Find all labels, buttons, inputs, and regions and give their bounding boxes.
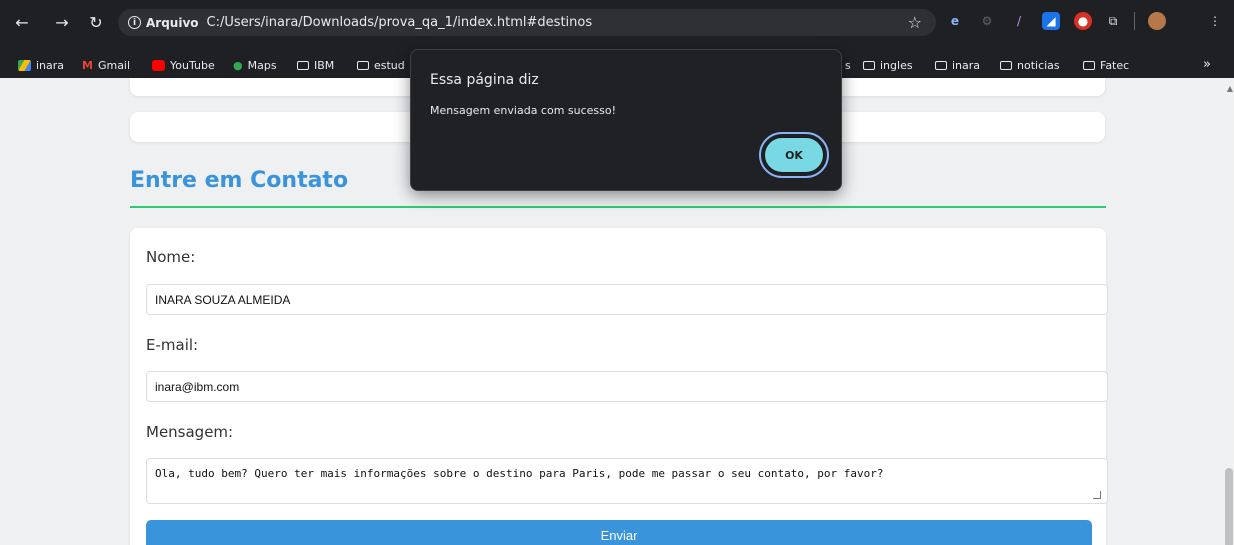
address-bar[interactable]: i Arquivo C:/Users/inara/Downloads/prova…	[118, 9, 936, 36]
reload-icon[interactable]: ↻	[82, 8, 110, 36]
dialog-message: Mensagem enviada com sucesso!	[430, 104, 617, 117]
extension-gear-icon[interactable]: ⚙	[978, 12, 996, 30]
folder-icon	[357, 61, 369, 70]
folder-icon	[935, 61, 947, 70]
extension-feather-icon[interactable]: /	[1010, 12, 1028, 30]
folder-icon	[297, 61, 309, 70]
site-info[interactable]: i Arquivo	[128, 16, 199, 30]
scrollbar[interactable]: ▲	[1224, 78, 1234, 545]
bookmark-gmail[interactable]: M Gmail	[82, 59, 130, 72]
bookmark-folder-ibm[interactable]: IBM	[297, 59, 334, 72]
bookmark-folder-ingles[interactable]: ingles	[863, 59, 913, 72]
submit-button[interactable]: Enviar	[146, 520, 1092, 545]
bookmarks-overflow-button[interactable]: »	[1203, 57, 1211, 72]
youtube-icon	[152, 60, 165, 71]
bookmark-folder-estud[interactable]: estud	[357, 59, 405, 72]
alert-dialog: Essa página diz Mensagem enviada com suc…	[410, 49, 842, 191]
extension-wave-icon[interactable]: ◢	[1042, 12, 1060, 30]
forward-arrow-icon[interactable]: →	[48, 8, 76, 36]
contact-form: Nome: INARA SOUZA ALMEIDA E-mail: inara@…	[130, 228, 1108, 545]
browser-toolbar: ← → ↻ i Arquivo C:/Users/inara/Downloads…	[0, 0, 1234, 56]
extensions-icon[interactable]: ⧉	[1104, 12, 1122, 30]
folder-icon	[863, 61, 875, 70]
bookmark-folder-noticias[interactable]: noticias	[1000, 59, 1060, 72]
scrollbar-thumb[interactable]	[1225, 468, 1233, 545]
message-label: Mensagem:	[146, 423, 234, 441]
name-input[interactable]: INARA SOUZA ALMEIDA	[146, 284, 1108, 315]
message-textarea[interactable]: Ola, tudo bem? Quero ter mais informaçõe…	[146, 458, 1108, 504]
name-label: Nome:	[146, 248, 196, 266]
folder-icon	[1000, 61, 1012, 70]
back-arrow-icon[interactable]: ←	[8, 8, 36, 36]
bookmark-folder-partial[interactable]: s	[845, 59, 851, 72]
dialog-title: Essa página diz	[430, 72, 539, 88]
extension-e-icon[interactable]: e	[946, 12, 964, 30]
ok-button[interactable]: OK	[764, 137, 824, 173]
toolbar-divider	[1134, 12, 1135, 30]
resize-handle-icon[interactable]	[1093, 491, 1101, 499]
email-input[interactable]: inara@ibm.com	[146, 371, 1108, 402]
section-title: Entre em Contato	[130, 168, 349, 193]
info-icon: i	[128, 16, 141, 29]
email-label: E-mail:	[146, 336, 199, 354]
message-text: Ola, tudo bem? Quero ter mais informaçõe…	[155, 467, 884, 480]
bookmark-youtube[interactable]: YouTube	[152, 59, 215, 72]
section-divider	[130, 206, 1106, 208]
bookmark-drive[interactable]: inara	[18, 59, 64, 72]
folder-icon	[1083, 61, 1095, 70]
bookmark-folder-fatec[interactable]: Fatec	[1083, 59, 1129, 72]
scroll-up-icon[interactable]: ▲	[1227, 84, 1233, 93]
ok-focus-ring: OK	[759, 132, 829, 178]
profile-icon[interactable]	[1148, 12, 1166, 30]
star-icon[interactable]: ☆	[908, 13, 922, 32]
maps-pin-icon: ●	[233, 59, 243, 72]
url-text: C:/Users/inara/Downloads/prova_qa_1/inde…	[206, 15, 593, 30]
bookmark-maps[interactable]: ● Maps	[233, 59, 277, 72]
drive-icon	[18, 60, 31, 71]
bookmark-folder-inara[interactable]: inara	[935, 59, 980, 72]
extension-shield-icon[interactable]: ●	[1074, 12, 1092, 30]
scheme-label: Arquivo	[146, 15, 199, 30]
menu-icon[interactable]: ⋮	[1206, 12, 1224, 30]
gmail-icon: M	[82, 59, 93, 72]
